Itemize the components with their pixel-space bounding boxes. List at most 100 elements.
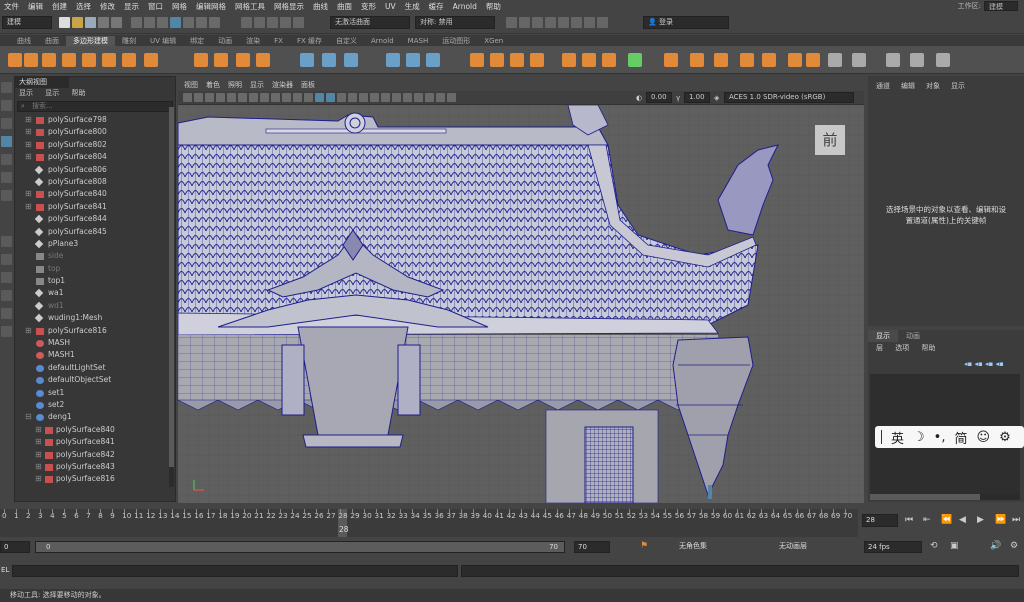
menu-item[interactable]: 创建	[52, 1, 67, 12]
poly-disc-icon[interactable]	[122, 53, 136, 67]
layer-tab-display[interactable]: 显示	[868, 330, 898, 342]
outliner-search-input[interactable]: ⌕ 搜索...	[17, 101, 173, 112]
go-to-end-icon[interactable]: ⏭	[1012, 515, 1020, 525]
combine-icon[interactable]	[300, 53, 314, 67]
separate-icon[interactable]	[322, 53, 336, 67]
xray-components-icon[interactable]	[447, 93, 456, 102]
shelf-tab[interactable]: Arnold	[364, 36, 401, 46]
go-to-start-icon[interactable]: ⏮	[905, 515, 913, 525]
outliner-item[interactable]: MASH1	[15, 349, 175, 361]
prefs-icon[interactable]: ⚙	[1010, 541, 1018, 551]
menu-item[interactable]: Arnold	[453, 2, 477, 11]
expand-toggle-icon[interactable]: ⊞	[25, 151, 32, 163]
outliner-item[interactable]: defaultLightSet	[15, 362, 175, 374]
layer-buttons[interactable]: ◂▪ ◂▪ ◂▪ ◂▪	[964, 360, 1004, 368]
expand-toggle-icon[interactable]: ⊞	[25, 201, 32, 213]
bridge-icon[interactable]	[510, 53, 524, 67]
layer-menu-help[interactable]: 帮助	[921, 344, 935, 352]
shelf-tab[interactable]: 雕刻	[115, 36, 143, 46]
layout-icon[interactable]	[1, 272, 12, 283]
outliner-item[interactable]: wd1	[15, 300, 175, 312]
wireframe-icon[interactable]	[304, 93, 313, 102]
motion-blur-icon[interactable]	[381, 93, 390, 102]
ime-handle[interactable]	[881, 430, 882, 444]
channel-menu-edit[interactable]: 编辑	[901, 81, 915, 91]
channel-menu-channels[interactable]: 通道	[876, 81, 890, 91]
command-input[interactable]	[12, 565, 458, 577]
film-gate-icon[interactable]	[238, 93, 247, 102]
shelf-tab[interactable]: FX 缓存	[290, 36, 329, 46]
login-button[interactable]: 👤 登录	[643, 16, 729, 29]
undo-icon[interactable]	[98, 17, 109, 28]
outliner-item[interactable]: ⊞ polySurface840	[15, 188, 175, 200]
outliner-item[interactable]: ⊞ polySurface802	[15, 139, 175, 151]
viewport-menu-lighting[interactable]: 照明	[228, 80, 242, 90]
move-tool-icon[interactable]	[1, 136, 12, 147]
delete-history-icon[interactable]	[806, 53, 820, 67]
select-component-icon[interactable]	[157, 17, 168, 28]
outliner-item[interactable]: set1	[15, 387, 175, 399]
ipr-render-icon[interactable]	[532, 17, 543, 28]
outliner-item[interactable]: wuding1:Mesh	[15, 312, 175, 324]
viewport-menu-shading[interactable]: 着色	[206, 80, 220, 90]
super-shape-icon[interactable]	[194, 53, 208, 67]
arnold-render-icon[interactable]	[571, 17, 582, 28]
menu-item[interactable]: 修改	[100, 1, 115, 12]
outliner-item[interactable]: ⊞ polySurface800	[15, 126, 175, 138]
textured-icon[interactable]	[337, 93, 346, 102]
open-scene-icon[interactable]	[72, 17, 83, 28]
outliner-menu-help[interactable]: 帮助	[71, 89, 85, 97]
outliner-item[interactable]: wa1	[15, 287, 175, 299]
camera-select-icon[interactable]	[183, 93, 192, 102]
auto-uv-icon[interactable]	[762, 53, 776, 67]
scale-tool-icon[interactable]	[1, 172, 12, 183]
select-joints-icon[interactable]	[196, 17, 207, 28]
outliner-item[interactable]: ⊞ polySurface842	[15, 449, 175, 461]
exposure-field[interactable]: 0.00	[646, 92, 672, 103]
menu-item[interactable]: 帮助	[486, 1, 501, 12]
lasso-tool-icon[interactable]	[1, 100, 12, 111]
snap-view-icon[interactable]	[280, 17, 291, 28]
smooth-shade-icon[interactable]	[315, 93, 324, 102]
menu-item[interactable]: 网格工具	[235, 1, 265, 12]
ime-punct-icon[interactable]: •,	[934, 430, 946, 445]
reduce-icon[interactable]	[714, 53, 728, 67]
smooth-icon[interactable]	[386, 53, 400, 67]
loop-icon[interactable]: ⟲	[930, 541, 938, 551]
live-surface-field[interactable]: 无激活曲面	[330, 16, 410, 29]
expand-toggle-icon[interactable]: ⊞	[35, 424, 42, 436]
outliner-item[interactable]: ⊟ deng1	[15, 411, 175, 423]
layer-scroll-thumb[interactable]	[870, 494, 980, 500]
shelf-tab[interactable]: UV 编辑	[143, 36, 183, 46]
current-frame-field[interactable]: 28	[862, 514, 898, 527]
planar-uv-icon[interactable]	[740, 53, 754, 67]
workspace-selector[interactable]: 工作区: 建模	[958, 0, 1018, 12]
hypershade-icon[interactable]	[558, 17, 569, 28]
select-object-icon[interactable]	[144, 17, 155, 28]
view-cube-front[interactable]: 前	[815, 125, 845, 155]
menu-item[interactable]: 曲面	[337, 1, 352, 12]
poly-cube-icon[interactable]	[24, 53, 38, 67]
ime-emoji-icon[interactable]: ☺	[977, 430, 991, 445]
outliner-item[interactable]: ⊞ polySurface841	[15, 201, 175, 213]
menu-item[interactable]: UV	[385, 2, 396, 11]
outliner-item[interactable]: set2	[15, 399, 175, 411]
viewport-menu-renderer[interactable]: 渲染器	[272, 80, 293, 90]
graph-layout-icon[interactable]	[1, 308, 12, 319]
play-forward-icon[interactable]: ▶	[977, 515, 984, 525]
isolate-select-icon[interactable]	[414, 93, 423, 102]
ime-simplified-icon[interactable]: 简	[954, 428, 967, 447]
xray-joints-icon[interactable]	[436, 93, 445, 102]
single-view-icon[interactable]	[1, 236, 12, 247]
outliner-menu-show[interactable]: 显示	[45, 89, 59, 97]
outliner-item[interactable]: polySurface806	[15, 164, 175, 176]
expand-toggle-icon[interactable]: ⊞	[35, 473, 42, 484]
render-frame-icon[interactable]	[519, 17, 530, 28]
use-lights-icon[interactable]	[348, 93, 357, 102]
extract-icon[interactable]	[664, 53, 678, 67]
sweep-mesh-icon[interactable]	[214, 53, 228, 67]
poly-sphere-icon[interactable]	[8, 53, 22, 67]
paint-tool-icon[interactable]	[886, 53, 900, 67]
field-chart-icon[interactable]	[271, 93, 280, 102]
layer-menu-options[interactable]: 选项	[895, 344, 909, 352]
